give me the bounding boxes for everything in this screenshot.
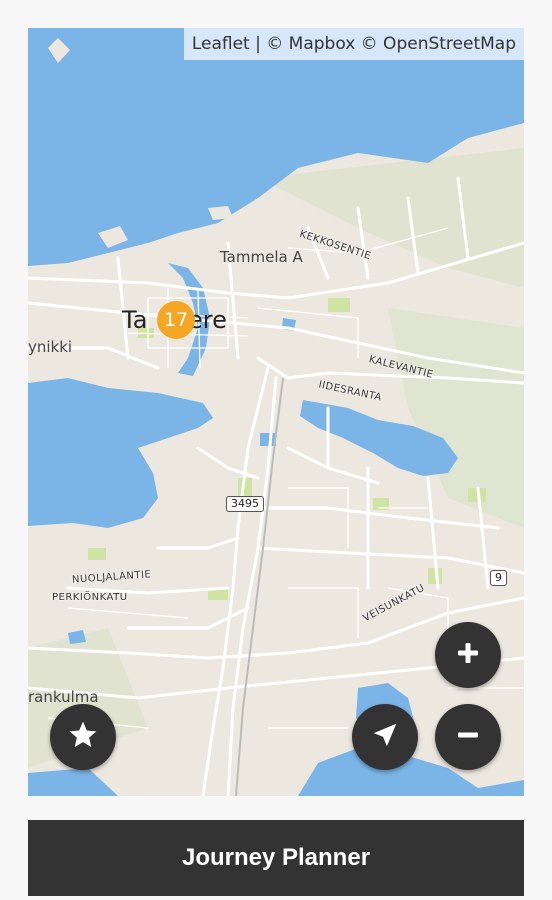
- marker-cluster[interactable]: 17: [157, 301, 195, 339]
- place-label-city-left: Ta: [122, 306, 148, 334]
- road-label-perkionkatu: PERKIÖNKATU: [52, 592, 128, 603]
- plus-icon: [456, 641, 480, 670]
- minus-icon: [456, 723, 480, 752]
- road-shield-9: 9: [490, 570, 507, 586]
- place-label-rankulma: rankulma: [28, 688, 99, 706]
- map-view[interactable]: Leaflet | © Mapbox © OpenStreetMap Tamme…: [28, 28, 524, 796]
- place-label-tammela: Tammela A: [220, 248, 303, 266]
- zoom-out-button[interactable]: [435, 704, 501, 770]
- road-shield-3495: 3495: [226, 496, 264, 512]
- journey-planner-button[interactable]: Journey Planner: [28, 820, 524, 896]
- star-icon: [67, 719, 99, 756]
- map-attribution[interactable]: Leaflet | © Mapbox © OpenStreetMap: [183, 28, 524, 60]
- place-label-ynikki: ynikki: [28, 338, 73, 356]
- zoom-in-button[interactable]: [435, 622, 501, 688]
- navigation-arrow-icon: [370, 720, 400, 755]
- locate-button[interactable]: [352, 704, 418, 770]
- favorites-button[interactable]: [50, 704, 116, 770]
